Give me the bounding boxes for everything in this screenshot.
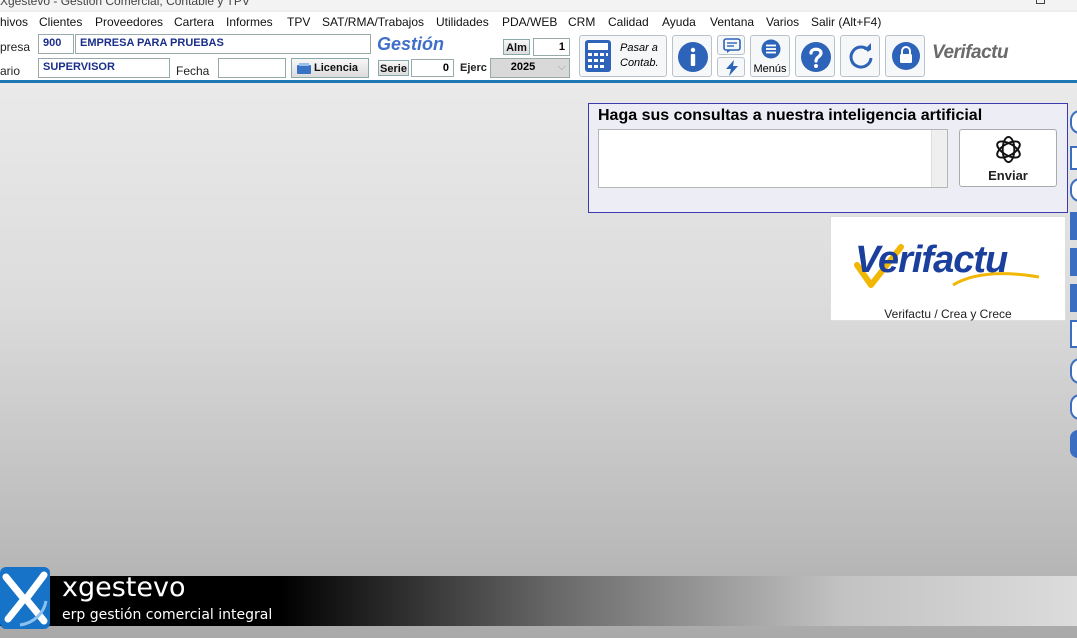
window-title: Xgestevo - Gestión Comercial, Contable y… (0, 0, 250, 8)
brand-tagline: erp gestión comercial integral (62, 607, 273, 623)
empresa-name-field[interactable]: EMPRESA PARA PRUEBAS (75, 34, 371, 54)
serie-field[interactable]: 0 (411, 59, 454, 77)
menu-varios[interactable]: Varios (766, 15, 799, 29)
serie-label: Serie (378, 60, 409, 76)
refresh-button[interactable] (840, 35, 880, 77)
pasar-contab-button[interactable]: Pasar a Contab. (579, 35, 667, 77)
ai-query-panel: Haga sus consultas a nuestra inteligenci… (588, 103, 1068, 213)
lightning-icon (726, 60, 738, 76)
menus-button[interactable]: Menús (750, 35, 790, 77)
alm-field[interactable]: 1 (533, 38, 570, 56)
menu-ayuda[interactable]: Ayuda (662, 15, 696, 29)
menu-proveedores[interactable]: Proveedores (95, 15, 163, 29)
side-button-5[interactable] (1070, 248, 1077, 276)
maximize-icon[interactable] (1036, 0, 1045, 4)
licencia-button[interactable]: Licencia (291, 58, 369, 78)
send-button[interactable]: Enviar (959, 129, 1057, 187)
quick-action-button[interactable] (717, 57, 745, 77)
pasar-label-2: Contab. (620, 57, 659, 69)
ejerc-select[interactable]: 2025 ⌵ (490, 58, 570, 78)
menu-sat-rma-trabajos[interactable]: SAT/RMA/Trabajos (322, 15, 424, 29)
title-bar: Xgestevo - Gestión Comercial, Contable y… (0, 0, 1077, 10)
notes-button[interactable] (717, 35, 745, 55)
ai-input-scrollbar[interactable] (931, 130, 947, 187)
gestion-title: Gestión (377, 34, 445, 54)
menu-cartera[interactable]: Cartera (174, 15, 214, 29)
menu-clientes[interactable]: Clientes (39, 15, 82, 29)
side-button-6[interactable] (1070, 284, 1077, 312)
verifactu-logo: Verifactu (855, 239, 1008, 281)
chevron-down-icon: ⌵ (557, 61, 566, 73)
alm-label: Alm (503, 39, 530, 55)
brand-name: xgestevo (62, 572, 186, 603)
refresh-icon (849, 43, 873, 69)
lock-icon (892, 42, 920, 70)
xgestevo-logo-icon (0, 567, 50, 629)
side-button-1[interactable] (1070, 110, 1077, 134)
help-icon (801, 42, 831, 72)
ejerc-value: 2025 (510, 61, 536, 73)
empresa-label: presa (0, 40, 31, 54)
menu-tpv[interactable]: TPV (287, 15, 310, 29)
menu-ventana[interactable]: Ventana (710, 15, 754, 29)
info-button[interactable] (672, 35, 712, 77)
menu-pda-web[interactable]: PDA/WEB (502, 15, 557, 29)
verifactu-caption: Verifactu / Crea y Crece (884, 307, 1012, 321)
toolbar-accent-line (0, 80, 1077, 83)
menu-calidad[interactable]: Calidad (608, 15, 649, 29)
send-label: Enviar (988, 168, 1028, 183)
ai-logo-icon (996, 135, 1021, 164)
empresa-code-field[interactable]: 900 (38, 34, 74, 54)
fecha-field[interactable] (218, 58, 286, 78)
verifactu-panel[interactable]: * Verifactu Verifactu / Crea y Crece (830, 216, 1066, 321)
verifactu-small-logo[interactable]: Verifactu (932, 42, 1009, 64)
menu-bar: hivos Clientes Proveedores Cartera Infor… (0, 12, 1077, 32)
menu-crm[interactable]: CRM (568, 15, 595, 29)
license-icon (297, 63, 311, 74)
help-button[interactable] (795, 35, 835, 77)
side-button-9[interactable] (1070, 394, 1077, 420)
licencia-label: Licencia (314, 62, 359, 74)
side-button-7[interactable] (1070, 320, 1077, 348)
menu-utilidades[interactable]: Utilidades (436, 15, 489, 29)
ai-panel-title: Haga sus consultas a nuestra inteligenci… (598, 107, 983, 124)
menu-informes[interactable]: Informes (226, 15, 273, 29)
ejerc-label: Ejerc (460, 62, 487, 74)
right-icon-strip (1068, 102, 1077, 462)
menu-icon (761, 39, 781, 59)
fecha-label: Fecha (176, 64, 210, 78)
menu-salir[interactable]: Salir (Alt+F4) (811, 15, 881, 29)
pasar-label-1: Pasar a (620, 42, 658, 54)
side-button-4[interactable] (1070, 212, 1077, 240)
calculator-icon (585, 40, 611, 72)
usuario-label: ario (0, 64, 21, 78)
usuario-field[interactable]: SUPERVISOR (38, 58, 170, 78)
side-button-3[interactable] (1070, 178, 1077, 202)
notes-icon (723, 38, 741, 53)
side-button-2[interactable] (1070, 146, 1077, 170)
menus-label: Menús (753, 63, 787, 75)
side-button-10[interactable] (1070, 430, 1077, 458)
side-button-8[interactable] (1070, 358, 1077, 384)
menu-archivos[interactable]: hivos (0, 15, 28, 29)
ai-query-input[interactable] (598, 129, 948, 188)
info-icon (678, 42, 708, 72)
lock-button[interactable] (885, 35, 925, 77)
